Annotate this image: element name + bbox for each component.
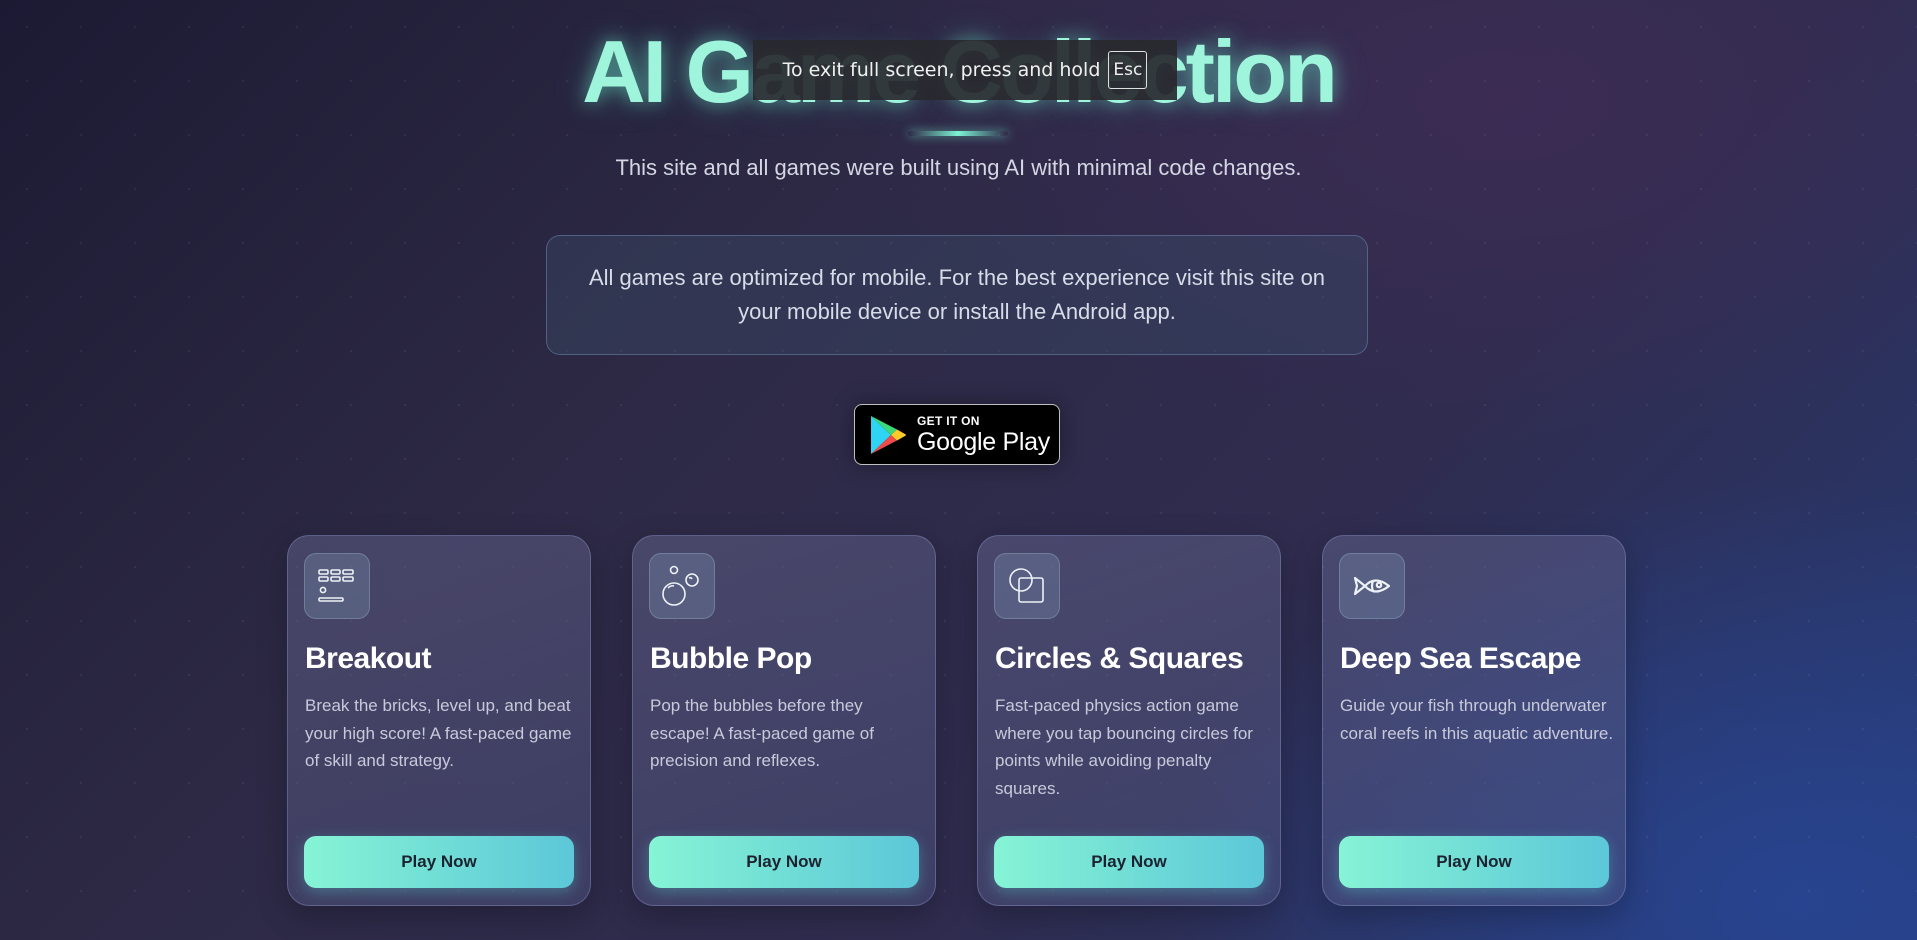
game-title: Bubble Pop: [650, 642, 812, 675]
bricks-icon: [304, 553, 370, 619]
google-play-badge[interactable]: GET IT ON Google Play: [854, 404, 1060, 465]
game-title: Circles & Squares: [995, 642, 1244, 675]
play-now-button-breakout[interactable]: Play Now: [304, 836, 574, 888]
fullscreen-exit-toast: To exit full screen, press and hold Esc: [753, 40, 1177, 100]
game-description: Break the bricks, level up, and beat you…: [305, 696, 572, 770]
esc-key-badge: Esc: [1108, 51, 1148, 89]
mobile-notice: All games are optimized for mobile. For …: [546, 235, 1368, 355]
google-play-line2: Google Play: [917, 427, 1050, 456]
game-title: Breakout: [305, 642, 432, 675]
game-description: Fast-paced physics action game where you…: [995, 696, 1253, 798]
game-card-deep-sea-escape: Deep Sea Escape Guide your fish through …: [1322, 535, 1626, 906]
play-now-button-bubble-pop[interactable]: Play Now: [649, 836, 919, 888]
game-title: Deep Sea Escape: [1340, 642, 1581, 675]
play-now-button-circles-squares[interactable]: Play Now: [994, 836, 1264, 888]
game-card-circles-squares: Circles & Squares Fast-paced physics act…: [977, 535, 1281, 906]
game-description: Guide your fish through underwater coral…: [1340, 696, 1614, 743]
game-card-grid: Breakout Break the bricks, level up, and…: [287, 535, 1626, 906]
circle-square-icon: [994, 553, 1060, 619]
google-play-line1: GET IT ON: [917, 413, 980, 428]
mobile-notice-text: All games are optimized for mobile. For …: [588, 265, 1326, 324]
play-now-button-deep-sea-escape[interactable]: Play Now: [1339, 836, 1609, 888]
page-subtitle: This site and all games were built using…: [615, 155, 1302, 180]
game-card-breakout: Breakout Break the bricks, level up, and…: [287, 535, 591, 906]
title-underline: [908, 131, 1008, 136]
game-card-bubble-pop: Bubble Pop Pop the bubbles before they e…: [632, 535, 936, 906]
game-description: Pop the bubbles before they escape! A fa…: [650, 696, 874, 770]
bubbles-icon: [649, 553, 715, 619]
fullscreen-toast-text: To exit full screen, press and hold: [782, 59, 1101, 81]
google-play-icon: [871, 415, 906, 454]
fish-icon: [1339, 553, 1405, 619]
